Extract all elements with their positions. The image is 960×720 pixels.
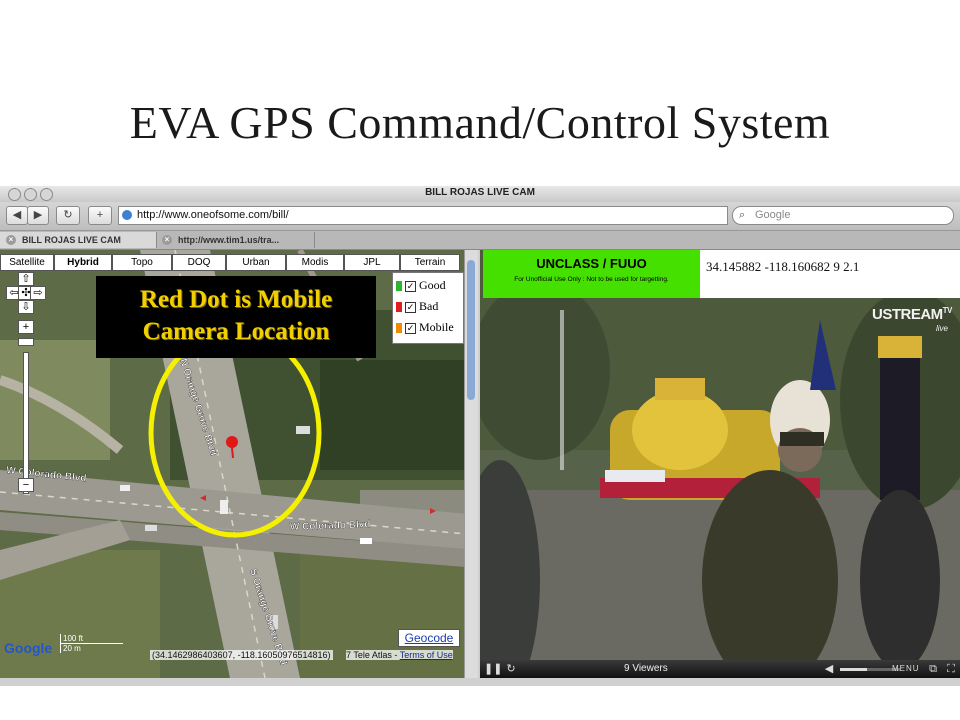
search-field[interactable]: ⌕ Google [732, 206, 954, 225]
map-tab-jpl[interactable]: JPL [344, 254, 400, 271]
callout-line-2: Camera Location [142, 318, 330, 345]
classification-title: UNCLASS / FUUO [536, 256, 647, 271]
legend-good[interactable]: ✓ Good [396, 276, 446, 294]
map-annotation-callout: Red Dot is Mobile Camera Location [96, 276, 376, 358]
map-tab-terrain[interactable]: Terrain [400, 254, 460, 271]
map-scrollbar-thumb[interactable] [467, 260, 475, 400]
back-button[interactable]: ◀ [6, 206, 28, 225]
coordinates-readout: (34.14629864036​07, -118.16050976514816) [150, 650, 333, 660]
add-bookmark-button[interactable]: + [88, 206, 112, 225]
red-pin-icon [396, 302, 402, 313]
pause-icon: ❚❚ [484, 663, 503, 675]
zoom-out-button[interactable]: − [18, 478, 34, 492]
live-badge: live [936, 324, 949, 333]
zoom-slider-handle[interactable] [18, 338, 34, 346]
geocode-button[interactable]: Geocode [398, 629, 460, 647]
terms-of-use-link[interactable]: Terms of Use [400, 650, 453, 660]
reload-stream-button[interactable]: ↻ [504, 662, 518, 676]
legend-bad[interactable]: ✓ Bad [396, 297, 438, 315]
menu-button[interactable]: MENU [892, 662, 920, 676]
search-placeholder: Google [755, 209, 791, 221]
tab-label: BILL ROJAS LIVE CAM [22, 235, 121, 245]
reload-icon: ↻ [63, 209, 73, 221]
classification-subtitle: For Unofficial Use Only : Not to be used… [514, 276, 669, 283]
video-control-bar: ❚❚ ↻ 9 Viewers ◀ MENU ⧉ ⛶ [480, 660, 960, 678]
ustream-logo: USTREAMTV [872, 306, 952, 323]
pause-button[interactable]: ❚❚ [484, 662, 502, 676]
gps-overlay-box: 34.145882 -118.160682 9 2.1 [700, 250, 960, 298]
checkbox-good[interactable]: ✓ [405, 280, 416, 292]
map-scrollbar[interactable] [464, 250, 478, 678]
tab-tim1[interactable]: × http://www.tim1.us/tra... [156, 232, 315, 248]
pan-down-button[interactable]: ⇩ [18, 300, 34, 314]
map-panel[interactable]: N Orange Grove Blvd W Colorado Blvd W Co… [0, 250, 478, 678]
map-credit: 7 Tele Atlas - Terms of Use [346, 650, 453, 660]
callout-line-1: Red Dot is Mobile [139, 286, 333, 313]
volume-slider[interactable] [840, 668, 900, 671]
viewer-count: 9 Viewers [624, 663, 668, 674]
window-titlebar: BILL ROJAS LIVE CAM [0, 186, 960, 202]
tab-label: http://www.tim1.us/tra... [178, 235, 280, 245]
globe-icon [122, 210, 132, 220]
map-tab-doq[interactable]: DOQ [172, 254, 226, 271]
forward-button[interactable]: ▶ [27, 206, 49, 225]
search-icon: ⌕ [739, 209, 746, 221]
pan-right-button[interactable]: ⇨ [30, 286, 46, 300]
zoom-in-button[interactable]: + [18, 320, 34, 334]
map-scale: 100 ft 20 m [60, 634, 124, 653]
legend-mobile[interactable]: ✓ Mobile [396, 318, 454, 336]
forward-icon: ▶ [33, 209, 43, 221]
tab-bar: × BILL ROJAS LIVE CAM × http://www.tim1.… [0, 231, 960, 250]
classification-banner: UNCLASS / FUUO For Unofficial Use Only :… [483, 250, 700, 298]
map-tab-hybrid[interactable]: Hybrid [54, 254, 112, 271]
zoom-control: ⇧ ⇦ ✣ ⇨ ⇩ + − [6, 272, 46, 494]
fullscreen-icon[interactable]: ⛶ [944, 662, 958, 676]
back-icon: ◀ [12, 209, 22, 221]
browser-toolbar: ◀ ▶ ↻ + http://www.oneofsome.com/bill/ ⌕… [0, 202, 960, 231]
close-tab-icon[interactable]: × [162, 235, 172, 245]
reload-icon: ↻ [506, 663, 516, 675]
green-pin-icon [396, 281, 402, 292]
zoom-slider[interactable] [23, 352, 29, 494]
scale-m: 20 m [60, 644, 123, 653]
map-tab-modis[interactable]: Modis [286, 254, 344, 271]
map-tab-urban[interactable]: Urban [226, 254, 286, 271]
close-tab-icon[interactable]: × [6, 235, 16, 245]
orange-pin-icon [396, 323, 402, 334]
address-bar[interactable]: http://www.oneofsome.com/bill/ [118, 206, 728, 225]
scale-ft: 100 ft [60, 634, 124, 644]
popout-icon[interactable]: ⧉ [926, 662, 940, 676]
map-tab-topo[interactable]: Topo [112, 254, 172, 271]
volume-level [840, 668, 867, 671]
marker-legend: ✓ Good ✓ Bad ✓ Mobile [392, 272, 464, 344]
tab-live-cam[interactable]: × BILL ROJAS LIVE CAM [0, 232, 157, 248]
volume-icon[interactable]: ◀ [822, 662, 836, 676]
window-title: BILL ROJAS LIVE CAM [425, 187, 535, 198]
plus-icon: + [96, 209, 104, 221]
checkbox-mobile[interactable]: ✓ [405, 322, 416, 334]
mobile-camera-marker [226, 436, 238, 448]
google-logo: Google [4, 640, 53, 656]
checkbox-bad[interactable]: ✓ [405, 301, 416, 313]
video-panel[interactable]: UNCLASS / FUUO For Unofficial Use Only :… [480, 250, 960, 678]
browser-status-bar [0, 678, 960, 686]
pan-up-button[interactable]: ⇧ [18, 272, 34, 286]
slide-title: EVA GPS Command/Control System [129, 97, 831, 148]
reload-button[interactable]: ↻ [56, 206, 80, 225]
map-tab-satellite[interactable]: Satellite [0, 254, 54, 271]
gps-readout: 34.145882 -118.160682 9 2.1 [706, 259, 860, 274]
url-text: http://www.oneofsome.com/bill/ [137, 209, 289, 221]
